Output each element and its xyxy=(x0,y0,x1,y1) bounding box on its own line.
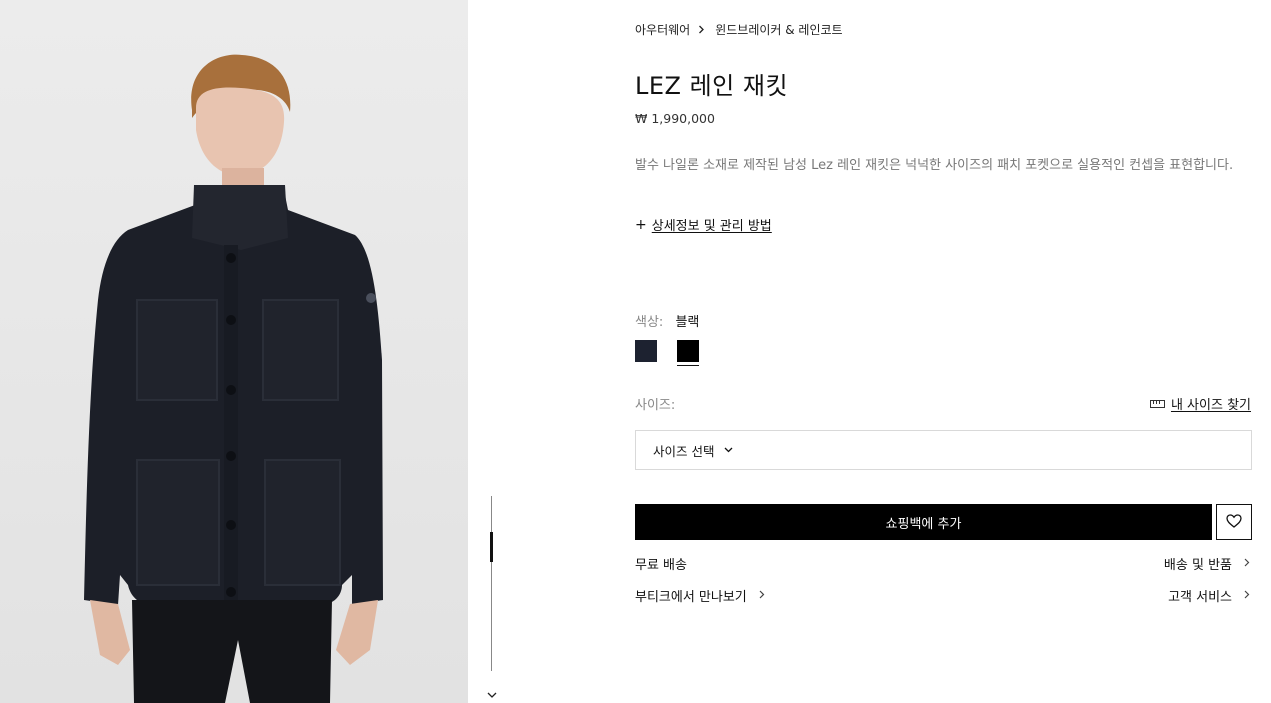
product-image xyxy=(0,0,468,703)
chevron-right-icon xyxy=(759,589,765,602)
size-guide-label: 내 사이즈 찾기 xyxy=(1170,398,1251,413)
size-select-dropdown[interactable]: 사이즈 선택 xyxy=(635,430,1252,470)
boutique-label: 부티크에서 만나보기 xyxy=(635,590,747,605)
ruler-icon xyxy=(1149,399,1165,408)
model-photo xyxy=(84,54,383,703)
gallery-scroll-thumb[interactable] xyxy=(490,532,493,562)
size-label: 사이즈: xyxy=(635,398,676,413)
chevron-right-icon xyxy=(1244,557,1250,570)
details-and-care-label: 상세정보 및 관리 방법 xyxy=(651,219,772,234)
wishlist-button[interactable] xyxy=(1216,504,1252,540)
color-selection: 색상: 블랙 xyxy=(635,311,699,330)
add-to-bag-button[interactable]: 쇼핑백에 추가 xyxy=(635,504,1212,540)
breadcrumb: 아우터웨어 윈드브레이커 & 레인코트 xyxy=(635,21,843,38)
gallery-scroll-track[interactable] xyxy=(491,496,492,671)
size-select-placeholder: 사이즈 선택 xyxy=(653,443,715,459)
product-description: 발수 나일론 소재로 제작된 남성 Lez 레인 재킷은 넉넉한 사이즈의 패치… xyxy=(635,158,1234,173)
plus-icon: + xyxy=(635,216,647,233)
product-title: LEZ 레인 재킷 xyxy=(635,72,789,100)
product-price: ₩ 1,990,000 xyxy=(635,111,715,126)
breadcrumb-item-windbreakers[interactable]: 윈드브레이커 & 레인코트 xyxy=(715,21,842,38)
chevron-right-icon xyxy=(1244,589,1250,602)
customer-service-link[interactable]: 고객 서비스 xyxy=(1168,586,1250,605)
chevron-down-icon xyxy=(724,445,733,456)
product-details-panel: 아우터웨어 윈드브레이커 & 레인코트 LEZ 레인 재킷 ₩ 1,990,00… xyxy=(635,0,1252,703)
heart-icon xyxy=(1226,513,1242,532)
color-swatch-navy[interactable] xyxy=(635,340,657,362)
breadcrumb-item-outerwear[interactable]: 아우터웨어 xyxy=(635,21,690,38)
free-shipping-text: 무료 배송 xyxy=(635,554,687,573)
chevron-right-icon xyxy=(698,23,705,37)
color-selected-value: 블랙 xyxy=(675,315,700,330)
customer-service-label: 고객 서비스 xyxy=(1168,590,1232,605)
shipping-returns-link[interactable]: 배송 및 반품 xyxy=(1164,554,1250,573)
details-and-care-toggle[interactable]: + 상세정보 및 관리 방법 xyxy=(635,215,772,235)
shipping-returns-label: 배송 및 반품 xyxy=(1163,558,1232,573)
color-label: 색상: xyxy=(635,315,664,330)
boutique-link[interactable]: 부티크에서 만나보기 xyxy=(635,586,765,605)
gallery-next-chevron-down-icon[interactable] xyxy=(486,691,498,701)
free-shipping-label: 무료 배송 xyxy=(635,558,687,573)
size-guide-link[interactable]: 내 사이즈 찾기 xyxy=(1149,394,1251,413)
selected-swatch-indicator xyxy=(677,365,699,366)
color-swatch-black[interactable] xyxy=(677,340,699,362)
